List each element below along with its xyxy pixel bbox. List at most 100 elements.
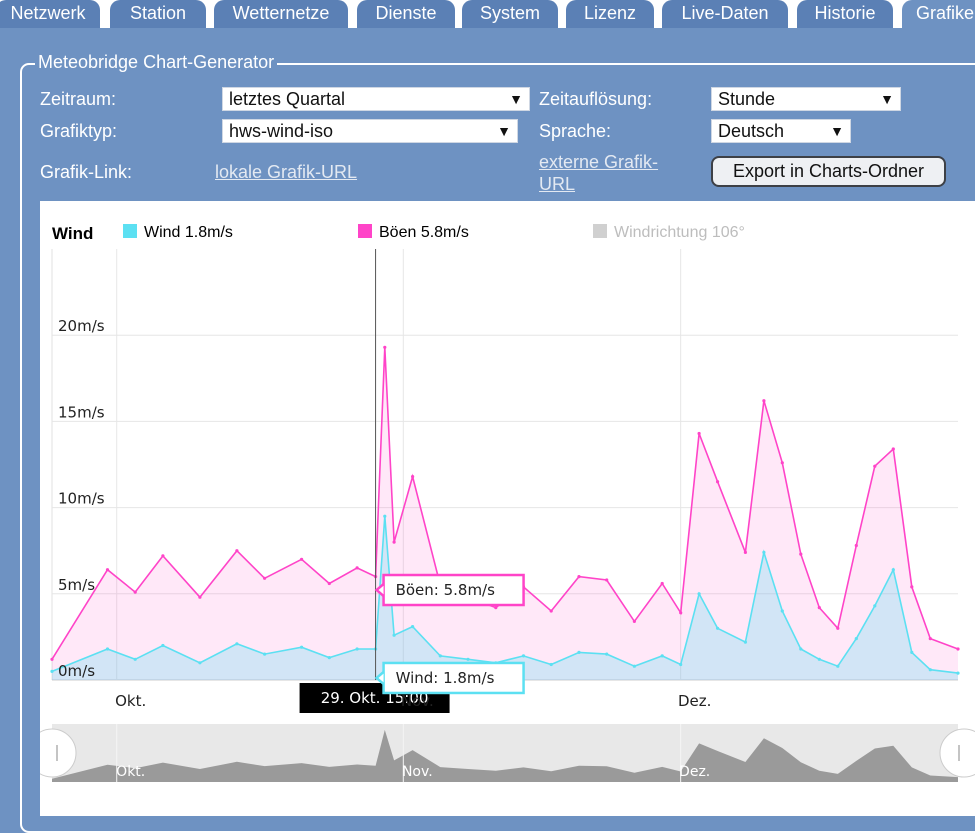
series-boeen-point xyxy=(928,637,932,641)
tab-live-daten[interactable]: Live-Daten xyxy=(662,0,788,28)
tab-dienste[interactable]: Dienste xyxy=(357,0,455,28)
grafiktyp-label: Grafiktyp: xyxy=(40,121,118,141)
series-boeen-point xyxy=(836,626,840,630)
series-wind-point xyxy=(873,604,877,608)
series-wind-point xyxy=(780,609,784,613)
x-tick-label: Dez. xyxy=(678,692,711,710)
y-tick-label: 5m/s xyxy=(58,576,95,594)
series-wind-point xyxy=(549,662,553,667)
series-wind-point xyxy=(235,642,239,646)
series-wind-point xyxy=(327,656,331,660)
external-url-link-line1: externe Grafik- xyxy=(539,152,659,172)
series-wind-point xyxy=(300,645,304,649)
zeitraum-select[interactable]: letztes Quartal ▼ xyxy=(222,87,530,111)
series-wind-point xyxy=(836,664,840,668)
series-wind-point xyxy=(198,661,202,665)
tab-netzwerk[interactable]: Netzwerk xyxy=(0,0,100,28)
series-wind-point xyxy=(105,647,110,651)
x-axis-labels: Okt. Nov. Dez. xyxy=(115,692,711,710)
series-boeen-point xyxy=(50,657,54,661)
tab-bar: Netzwerk Station Wetternetze Dienste Sys… xyxy=(0,0,975,28)
series-wind-point xyxy=(910,650,914,654)
tooltip-wind-text: Wind: 1.8m/s xyxy=(396,669,495,687)
series-boeen-point xyxy=(679,611,683,615)
series-wind-point xyxy=(697,592,701,596)
series-wind-point xyxy=(392,633,396,637)
series-wind-point xyxy=(355,647,359,651)
series-boeen-point xyxy=(133,590,137,594)
y-tick-label: 15m/s xyxy=(58,403,105,421)
grafiktyp-select[interactable]: hws-wind-iso ▼ xyxy=(222,119,518,143)
series-wind-point xyxy=(762,550,766,554)
aufloesung-label: Zeitauflösung: xyxy=(539,89,653,109)
series-wind-point xyxy=(521,654,526,658)
aufloesung-value: Stunde xyxy=(718,89,776,109)
tab-grafiken[interactable]: Grafike xyxy=(902,0,975,28)
series-wind-point xyxy=(743,640,748,644)
series-boeen-point xyxy=(383,345,387,349)
series-wind-point xyxy=(891,568,895,572)
series-boeen-point xyxy=(411,475,415,479)
series-boeen-point xyxy=(355,566,359,570)
dropdown-arrow-icon: ▼ xyxy=(497,123,511,139)
series-boeen-point xyxy=(161,554,165,558)
navigator: Okt. Nov. Dez. xyxy=(40,724,975,782)
series-wind-point xyxy=(438,654,442,658)
series-wind-point xyxy=(679,662,683,667)
series-wind-point xyxy=(411,625,415,629)
series-boeen-point xyxy=(605,578,609,582)
zeitraum-label: Zeitraum: xyxy=(40,89,117,109)
series-boeen-point xyxy=(577,575,581,579)
series-boeen-point xyxy=(743,550,748,554)
tab-station[interactable]: Station xyxy=(110,0,206,28)
series-boeen-point xyxy=(873,464,877,468)
series-wind-point xyxy=(263,652,267,656)
local-url-link[interactable]: lokale Grafik-URL xyxy=(215,161,357,183)
series-boeen-point xyxy=(799,552,803,556)
external-url-link[interactable]: externe Grafik- URL xyxy=(539,151,658,195)
tab-system[interactable]: System xyxy=(462,0,558,28)
series-boeen-point xyxy=(105,568,110,572)
sprache-select[interactable]: Deutsch ▼ xyxy=(711,119,851,143)
y-tick-label: 20m/s xyxy=(58,317,105,335)
series-wind-point xyxy=(716,626,720,630)
tab-wetternetze[interactable]: Wetternetze xyxy=(214,0,348,28)
series-wind-point xyxy=(956,671,960,675)
grafiktyp-value: hws-wind-iso xyxy=(229,121,334,141)
x-tick-label: Nov. xyxy=(401,692,434,710)
series-wind-point xyxy=(928,668,932,672)
series-wind-point xyxy=(799,647,803,651)
dropdown-arrow-icon: ▼ xyxy=(830,123,844,139)
series-wind-point xyxy=(577,650,581,654)
series-boeen-point xyxy=(327,581,331,586)
navigator-tick-label: Nov. xyxy=(402,764,433,780)
series-wind-point xyxy=(133,657,137,661)
series-boeen-point xyxy=(300,557,304,561)
series-wind-point xyxy=(605,652,609,656)
grafik-link-label: Grafik-Link: xyxy=(40,162,133,182)
series-boeen-point xyxy=(494,606,498,610)
navigator-tick-label: Dez. xyxy=(679,764,710,780)
series-wind-point xyxy=(854,637,858,641)
tab-lizenz[interactable]: Lizenz xyxy=(566,0,654,28)
series-wind-point xyxy=(50,669,54,673)
y-tick-label: 10m/s xyxy=(58,490,105,508)
export-button[interactable]: Export in Charts-Ordner xyxy=(711,156,946,187)
tab-historie[interactable]: Historie xyxy=(797,0,893,28)
series-boeen-point xyxy=(697,431,701,436)
series-boeen-point xyxy=(198,595,202,599)
navigator-tick-label: Okt. xyxy=(116,764,145,780)
aufloesung-select[interactable]: Stunde ▼ xyxy=(711,87,901,111)
series-boeen-point xyxy=(716,480,720,484)
series-boeen-point xyxy=(854,543,858,548)
dropdown-arrow-icon: ▼ xyxy=(509,91,523,107)
series-boeen-point xyxy=(780,461,784,465)
chart-area: Wind Wind 1.8m/s Böen 5.8m/s Windrichtun… xyxy=(40,201,975,816)
series-boeen-point xyxy=(891,447,895,451)
series-boeen-area xyxy=(52,347,958,680)
wind-chart[interactable]: 29. Okt. 15:00 0m/s5m/s10m/s15m/s20m/s O… xyxy=(40,201,975,816)
series-boeen-point xyxy=(660,581,664,586)
series-boeen-point xyxy=(910,585,914,589)
series-wind-point xyxy=(383,514,387,518)
series-boeen-point xyxy=(956,647,960,651)
